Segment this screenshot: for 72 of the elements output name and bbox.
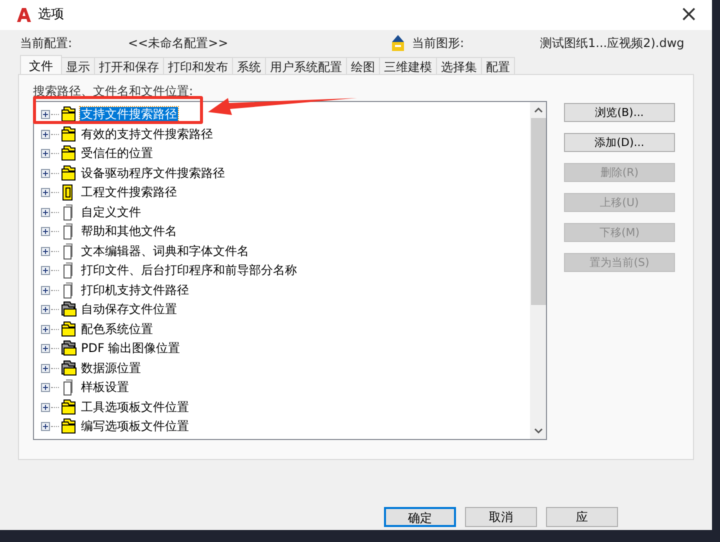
profile-value: <<未命名配置>> (128, 35, 230, 52)
folder-icon (60, 126, 77, 143)
tab[interactable]: 文件 (20, 55, 62, 75)
folder-icon (60, 418, 77, 436)
profile-label: 当前配置: (20, 35, 74, 52)
tree-item[interactable]: 自定义文件 (80, 204, 142, 220)
tree-item[interactable]: 文本编辑器、词典和字体文件名 (80, 244, 250, 259)
folder-icon (60, 164, 77, 182)
folder-icon (60, 301, 77, 318)
dialog-button[interactable]: 应 (546, 507, 618, 527)
tab[interactable]: 系统 (233, 57, 266, 74)
scrollbar[interactable] (530, 102, 546, 439)
tree-item[interactable]: 工程文件搜索路径 (80, 185, 178, 200)
dialog-button[interactable]: 取消 (465, 507, 537, 527)
drawing-file-icon (390, 34, 406, 52)
close-button[interactable]: × (680, 4, 698, 26)
folder-icon (60, 145, 77, 162)
expand-icon[interactable] (41, 110, 50, 120)
folder-icon (60, 320, 77, 338)
expand-icon[interactable] (41, 383, 50, 392)
tree-item[interactable]: 设备驱动程序文件搜索路径 (80, 166, 226, 181)
scroll-down-icon[interactable] (534, 428, 542, 434)
tree-item[interactable]: 帮助和其他文件名 (80, 224, 178, 240)
folder-icon (60, 398, 77, 416)
expand-icon[interactable] (41, 422, 50, 432)
expand-icon[interactable] (41, 227, 50, 236)
tree-item[interactable]: 有效的支持文件搜索路径 (80, 126, 214, 142)
expand-icon[interactable] (41, 402, 50, 412)
tab[interactable]: 打开和保存 (95, 57, 164, 74)
expand-icon[interactable] (41, 305, 50, 314)
tree-item[interactable]: 样板设置 (80, 380, 130, 396)
tree-item[interactable]: 编写选项板文件位置 (80, 419, 190, 434)
tree-item[interactable]: 配色系统位置 (80, 322, 154, 337)
expand-icon[interactable] (41, 130, 50, 139)
expand-icon[interactable] (41, 149, 50, 158)
tree-item[interactable]: 支持文件搜索路径 (80, 107, 178, 122)
window-title: 选项 (38, 6, 65, 24)
tab[interactable]: 三维建模 (380, 57, 437, 74)
expand-icon[interactable] (41, 344, 50, 354)
folder-icon (60, 360, 77, 377)
tree-item[interactable]: 打印机支持文件路径 (80, 282, 190, 298)
side-button[interactable]: 浏览(B)... (564, 103, 675, 122)
expand-icon[interactable] (41, 266, 50, 276)
tree-item[interactable]: 自动保存文件位置 (80, 302, 178, 318)
scroll-up-icon[interactable] (534, 107, 542, 113)
expand-icon[interactable] (41, 246, 50, 256)
tab[interactable]: 选择集 (437, 57, 482, 74)
tab[interactable]: 配置 (482, 57, 515, 74)
tab[interactable]: 用户系统配置 (266, 57, 347, 74)
app-logo-icon (16, 7, 32, 23)
side-button[interactable]: 添加(D)... (564, 133, 675, 152)
dialog-button[interactable]: 确定 (384, 507, 456, 527)
tree-view[interactable]: 支持文件搜索路径 有效的支持文件搜索路径 受信任的位置 设备驱动程序文件搜索路径 工程文件搜索路径 自定义文件 帮助和其他文件名 文本编辑器、词典和字体文件名 打印文件、后台打印程序和前导部分名称 打印机支持文件路径 自动保存文件位置 配色系统位置 PDF 输出图像位置 数据源位置 样板设置 工具选项板文件位置 编写选项板文件位置 (33, 101, 547, 440)
folder-icon (60, 106, 77, 124)
folder-icon (60, 340, 77, 358)
scroll-thumb[interactable] (530, 118, 546, 305)
tab[interactable]: 打印和发布 (164, 57, 233, 74)
tree-item[interactable]: 工具选项板文件位置 (80, 400, 190, 415)
tree-item[interactable]: PDF 输出图像位置 (80, 341, 182, 356)
tree-item[interactable]: 打印文件、后台打印程序和前导部分名称 (80, 263, 298, 278)
expand-icon[interactable] (41, 188, 50, 198)
expand-icon[interactable] (41, 364, 50, 373)
expand-icon[interactable] (41, 324, 50, 334)
expand-icon[interactable] (41, 168, 50, 178)
tab[interactable]: 显示 (62, 57, 95, 74)
expand-icon[interactable] (41, 286, 50, 295)
tree-item[interactable]: 受信任的位置 (80, 146, 154, 162)
drawing-value: 测试图纸1...应视频2).dwg (540, 35, 684, 52)
drawing-label: 当前图形: (412, 35, 466, 52)
tree-item[interactable]: 数据源位置 (80, 360, 142, 376)
expand-icon[interactable] (41, 208, 50, 217)
tab[interactable]: 绘图 (347, 57, 380, 74)
